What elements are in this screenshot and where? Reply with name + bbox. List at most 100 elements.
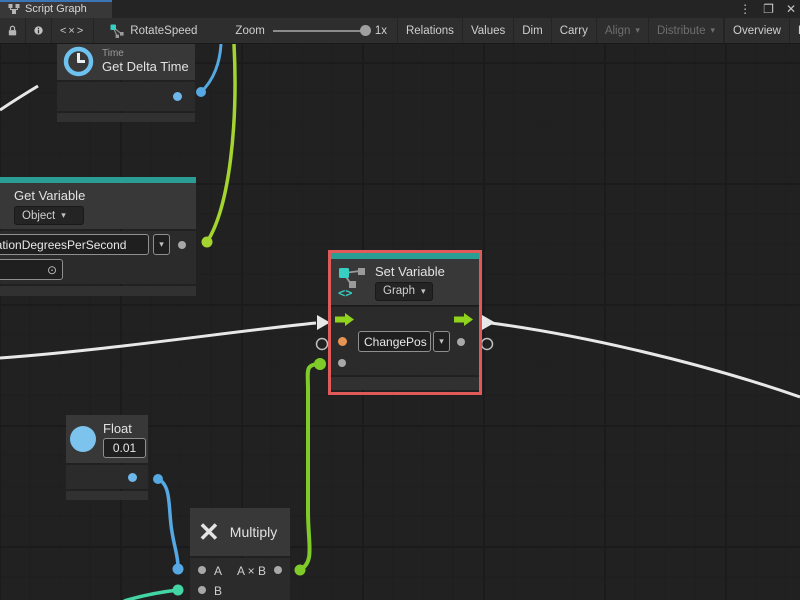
lock-button[interactable] [0,18,26,43]
script-graph-icon [110,24,124,38]
wire-cap [295,565,306,576]
zoom-value: 1x [375,25,387,37]
chevron-down-icon: ▾ [61,210,66,221]
flow-wire-topleft[interactable] [0,86,38,110]
result-output-port[interactable] [274,566,282,574]
zoom-control: Zoom 1x [207,18,398,43]
node-footer [331,377,479,390]
object-picker-icon[interactable]: ⊙ [47,263,57,277]
get-variable-wire[interactable] [207,44,235,242]
align-button[interactable]: Align ▾ [597,18,649,43]
variable-scope-dropdown[interactable]: Graph ▾ [375,282,433,301]
flow-wire-out[interactable] [491,323,800,397]
node-float[interactable]: Float 0.01 [66,415,148,502]
focused-tab-highlight [0,0,112,2]
variable-name-field[interactable]: ChangePos [358,331,431,352]
target-object-field[interactable]: This ⊙ [0,259,63,280]
info-button[interactable] [26,18,52,43]
variable-input-port[interactable] [338,337,347,346]
clock-icon [63,46,94,77]
wire-cap [173,564,184,575]
node-title: Get Delta Time [102,59,189,74]
graph-icon [8,3,20,15]
wire-cap [173,585,184,596]
node-get-delta-time[interactable]: Time Get Delta Time [57,44,195,124]
flow-wire-in[interactable] [0,323,316,358]
new-value-input-port[interactable] [338,359,346,367]
value-output-port[interactable] [173,92,182,101]
teal-wire[interactable] [124,590,178,600]
value-output-port[interactable] [457,338,465,346]
align-label: Align [605,25,631,37]
close-icon[interactable]: ✕ [786,3,796,15]
tab-script-graph[interactable]: Script Graph [0,0,112,18]
unity-visual-scripting-window: Script Graph ⋮ ❐ ✕ <×> [0,0,800,600]
delta-time-wire[interactable] [201,44,221,92]
node-group-label: Time [102,48,189,59]
chevron-down-icon: ▾ [635,25,640,36]
input-b-port[interactable] [198,586,206,594]
preview-code-button[interactable]: <×> [52,18,94,43]
node-body: A A × B B [190,558,290,600]
multiply-result-wire[interactable] [300,364,318,570]
set-variable-icon: <> [337,266,367,298]
input-b-label: B [214,584,222,598]
distribute-button[interactable]: Distribute ▾ [649,18,724,43]
input-a-label: A [214,564,222,578]
graph-breadcrumb[interactable]: RotateSpeed [94,18,207,43]
node-title: Get Variable [14,188,188,203]
node-footer [0,286,196,296]
zoom-slider[interactable] [273,30,367,32]
flow-input-port[interactable] [335,313,355,326]
variable-name-dropdown[interactable]: ▾ [153,234,170,255]
window-menu-icon[interactable]: ⋮ [739,3,751,15]
variable-name-value: RotationDegreesPerSecond [0,238,126,252]
value-output-port[interactable] [178,241,186,249]
relations-button[interactable]: Relations [398,18,463,43]
variable-name-dropdown[interactable]: ▾ [433,331,450,352]
chevron-down-icon: ▾ [421,286,426,297]
lock-icon [8,24,17,37]
svg-text:<>: <> [338,286,352,298]
graph-canvas[interactable]: Time Get Delta Time Get Variable Object … [0,44,800,600]
node-multiply[interactable]: ✕ Multiply A A × B B [190,508,290,600]
node-header: Get Variable Object ▾ [0,183,196,229]
input-a-port[interactable] [198,566,206,574]
variable-name-value: ChangePos [364,335,427,349]
wire-cap [314,358,326,370]
value-output-port[interactable] [128,473,137,482]
wire-cap [202,237,213,248]
node-header: Float 0.01 [66,415,148,463]
unconnected-port-ring-right[interactable] [482,339,493,350]
full-screen-button[interactable]: Full Screen [790,18,800,43]
carry-button[interactable]: Carry [552,18,597,43]
zoom-slider-handle[interactable] [360,25,371,36]
chevron-down-icon: ▾ [439,336,444,347]
node-body: RotationDegreesPerSecond ▾ This ⊙ [0,231,196,284]
node-footer [57,113,195,122]
variable-name-field[interactable]: RotationDegreesPerSecond [0,234,149,255]
window-controls: ⋮ ❐ ✕ [739,0,796,18]
float-value-field[interactable]: 0.01 [103,438,146,458]
flow-output-port[interactable] [454,313,474,326]
chevron-down-icon: ▾ [711,25,716,36]
dim-button[interactable]: Dim [514,18,551,43]
unconnected-port-ring-left[interactable] [317,339,328,350]
node-header: Time Get Delta Time [57,44,195,80]
node-get-variable[interactable]: Get Variable Object ▾ RotationDegreesPer… [0,177,196,298]
node-header: ✕ Multiply [190,508,290,556]
info-icon [34,24,43,37]
maximize-icon[interactable]: ❐ [763,3,774,15]
float-wire[interactable] [158,479,178,567]
zoom-label: Zoom [235,25,264,37]
result-label: A × B [237,564,266,578]
distribute-label: Distribute [657,25,706,37]
values-button[interactable]: Values [463,18,514,43]
node-set-variable[interactable]: <> Set Variable Graph ▾ [331,253,479,392]
node-title: Float [103,421,146,436]
node-body [57,82,195,111]
graph-name: RotateSpeed [130,25,197,37]
overview-button[interactable]: Overview [725,18,790,43]
node-body: ChangePos ▾ [331,307,479,375]
variable-scope-dropdown[interactable]: Object ▾ [14,206,84,225]
